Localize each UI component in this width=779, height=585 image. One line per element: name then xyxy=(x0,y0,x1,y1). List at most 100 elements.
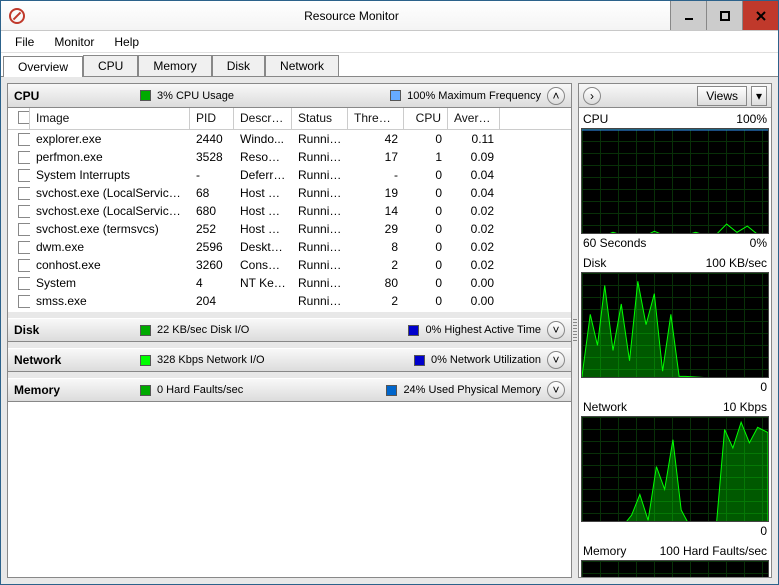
row-checkbox[interactable] xyxy=(18,223,30,236)
memory-graph-block: Memory100 Hard Faults/sec xyxy=(581,544,769,577)
row-checkbox[interactable] xyxy=(18,277,30,290)
column-header-row: Image PID Descrip... Status Threads CPU … xyxy=(8,108,571,130)
window-title: Resource Monitor xyxy=(33,9,670,23)
cpu-title: CPU xyxy=(14,89,134,103)
cell-threads: 17 xyxy=(348,150,404,164)
row-checkbox[interactable] xyxy=(18,151,30,164)
memory-graph xyxy=(581,560,769,577)
table-row[interactable]: svchost.exe (termsvcs)252Host Pr...Runni… xyxy=(8,220,571,238)
column-pid[interactable]: PID xyxy=(190,108,234,129)
column-status[interactable]: Status xyxy=(292,108,348,129)
menubar: File Monitor Help xyxy=(1,31,778,53)
cpu-usage-label: 3% CPU Usage xyxy=(157,90,234,102)
graphs-collapse-button[interactable]: › xyxy=(583,87,601,105)
network-section-header[interactable]: Network 328 Kbps Network I/O 0% Network … xyxy=(8,348,571,372)
table-row[interactable]: explorer.exe2440Windo...Running4200.11 xyxy=(8,130,571,148)
cell-pid: 2440 xyxy=(190,132,234,146)
cell-description: Resour... xyxy=(234,150,292,164)
row-checkbox[interactable] xyxy=(18,169,30,182)
row-checkbox[interactable] xyxy=(18,187,30,200)
views-button[interactable]: Views xyxy=(697,86,747,106)
cell-pid: - xyxy=(190,168,234,182)
graphs-container[interactable]: CPU100% 60 Seconds0% Disk100 KB/sec xyxy=(579,108,771,577)
views-dropdown-button[interactable]: ▾ xyxy=(751,86,767,106)
cpu-graph-max: 100% xyxy=(736,112,767,126)
column-description[interactable]: Descrip... xyxy=(234,108,292,129)
memory-used-swatch xyxy=(386,385,397,396)
column-average[interactable]: Averag... xyxy=(448,108,500,129)
cell-description: Deskto... xyxy=(234,240,292,254)
chevron-right-icon: › xyxy=(590,89,594,103)
column-cpu[interactable]: CPU xyxy=(404,108,448,129)
row-checkbox[interactable] xyxy=(18,259,30,272)
disk-graph-max: 100 KB/sec xyxy=(706,256,767,270)
tab-disk[interactable]: Disk xyxy=(212,55,265,76)
table-row[interactable]: conhost.exe3260Consol...Running200.02 xyxy=(8,256,571,274)
tab-strip: Overview CPU Memory Disk Network xyxy=(1,53,778,77)
table-row[interactable]: svchost.exe (LocalServiceNo...68Host Pr.… xyxy=(8,184,571,202)
cell-average: 0.02 xyxy=(448,222,500,236)
cell-image: conhost.exe xyxy=(30,258,190,272)
cell-pid: 3528 xyxy=(190,150,234,164)
cell-description: Windo... xyxy=(234,132,292,146)
column-checkbox[interactable] xyxy=(8,108,30,129)
cell-threads: 80 xyxy=(348,276,404,290)
maximize-button[interactable] xyxy=(706,1,742,30)
checkbox-all[interactable] xyxy=(18,111,30,124)
network-expand-button[interactable]: ˅ xyxy=(547,351,565,369)
tab-cpu[interactable]: CPU xyxy=(83,55,138,76)
row-checkbox[interactable] xyxy=(18,133,30,146)
memory-expand-button[interactable]: ˅ xyxy=(547,381,565,399)
table-row[interactable]: smss.exe204Running200.00 xyxy=(8,292,571,310)
cell-description: NT Ker... xyxy=(234,276,292,290)
menu-file[interactable]: File xyxy=(5,33,44,51)
cell-average: 0.00 xyxy=(448,294,500,308)
cell-cpu: 0 xyxy=(404,276,448,290)
cpu-graph-block: CPU100% 60 Seconds0% xyxy=(581,112,769,250)
tab-memory[interactable]: Memory xyxy=(138,55,211,76)
table-row[interactable]: dwm.exe2596Deskto...Running800.02 xyxy=(8,238,571,256)
cell-average: 0.09 xyxy=(448,150,500,164)
row-checkbox[interactable] xyxy=(18,295,30,308)
right-pane: › Views ▾ CPU100% 60 Seconds0% xyxy=(578,83,772,578)
cell-status: Running xyxy=(292,258,348,272)
cpu-collapse-button[interactable]: ˄ xyxy=(547,87,565,105)
network-graph-max: 10 Kbps xyxy=(723,400,767,414)
cell-image: svchost.exe (LocalServiceNet... xyxy=(30,204,190,218)
memory-section-header[interactable]: Memory 0 Hard Faults/sec 24% Used Physic… xyxy=(8,378,571,402)
minimize-button[interactable] xyxy=(670,1,706,30)
cell-status: Running xyxy=(292,294,348,308)
chevron-down-icon: ˅ xyxy=(552,323,559,337)
row-checkbox[interactable] xyxy=(18,241,30,254)
menu-help[interactable]: Help xyxy=(104,33,149,51)
titlebar[interactable]: Resource Monitor xyxy=(1,1,778,31)
cell-pid: 680 xyxy=(190,204,234,218)
table-row[interactable]: System Interrupts-Deferre...Running-00.0… xyxy=(8,166,571,184)
disk-title: Disk xyxy=(14,323,134,337)
cell-pid: 2596 xyxy=(190,240,234,254)
chevron-up-icon: ˄ xyxy=(552,89,559,103)
memory-faults-swatch xyxy=(140,385,151,396)
disk-expand-button[interactable]: ˅ xyxy=(547,321,565,339)
process-list[interactable]: explorer.exe2440Windo...Running4200.11pe… xyxy=(8,130,571,312)
tab-network[interactable]: Network xyxy=(265,55,339,76)
disk-section-header[interactable]: Disk 22 KB/sec Disk I/O 0% Highest Activ… xyxy=(8,318,571,342)
chevron-down-icon: ˅ xyxy=(552,353,559,367)
table-row[interactable]: svchost.exe (LocalServiceNet...680Host P… xyxy=(8,202,571,220)
table-row[interactable]: perfmon.exe3528Resour...Running1710.09 xyxy=(8,148,571,166)
memory-graph-max: 100 Hard Faults/sec xyxy=(660,544,767,558)
cell-image: explorer.exe xyxy=(30,132,190,146)
column-image[interactable]: Image xyxy=(30,108,190,129)
row-checkbox[interactable] xyxy=(18,205,30,218)
close-button[interactable] xyxy=(742,1,778,30)
network-util-label: 0% Network Utilization xyxy=(431,354,541,366)
cell-threads: 14 xyxy=(348,204,404,218)
cpu-section-header[interactable]: CPU 3% CPU Usage 100% Maximum Frequency … xyxy=(8,84,571,108)
cell-image: smss.exe xyxy=(30,294,190,308)
tab-overview[interactable]: Overview xyxy=(3,56,83,77)
chevron-down-icon: ˅ xyxy=(552,383,559,397)
column-threads[interactable]: Threads xyxy=(348,108,404,129)
table-row[interactable]: System4NT Ker...Running8000.00 xyxy=(8,274,571,292)
memory-faults-label: 0 Hard Faults/sec xyxy=(157,384,243,396)
menu-monitor[interactable]: Monitor xyxy=(44,33,104,51)
